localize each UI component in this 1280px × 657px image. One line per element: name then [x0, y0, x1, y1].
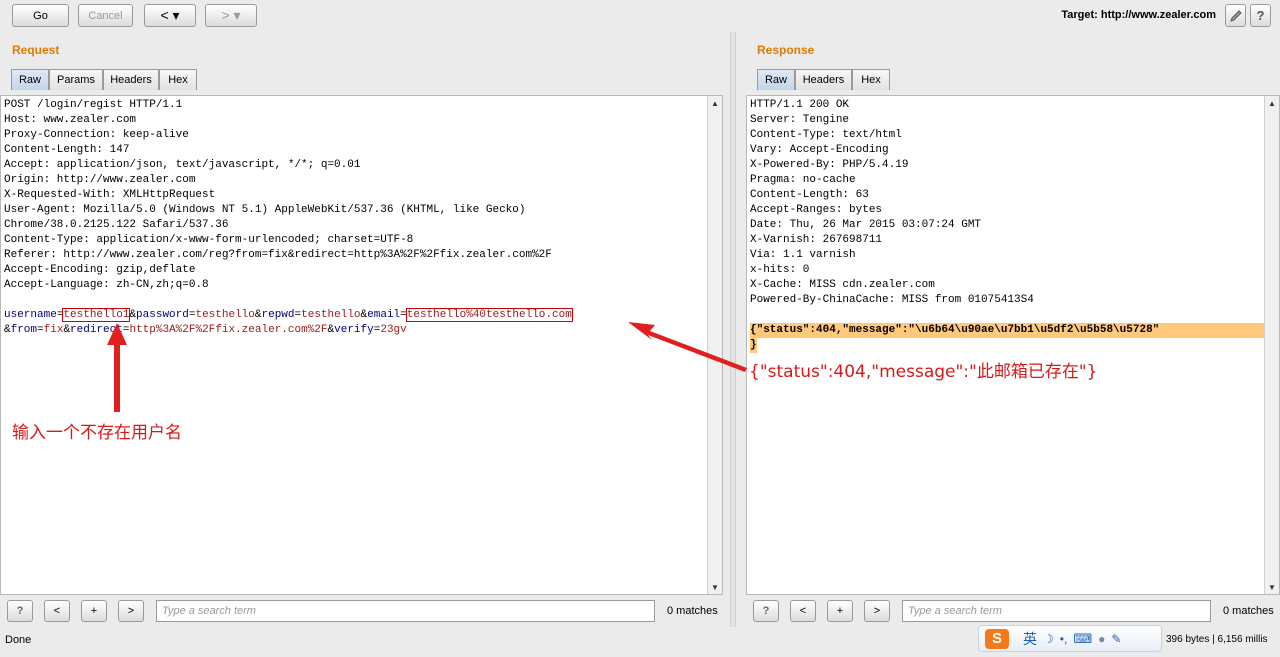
user-icon[interactable]: ● [1098, 632, 1105, 646]
ime-toolbar[interactable]: S 英 ☽ •, ⌨ ● ✎ [978, 625, 1162, 652]
moon-icon[interactable]: ☽ [1043, 632, 1054, 646]
status-text: Done [5, 634, 32, 646]
keyboard-icon[interactable]: ⌨ [1073, 631, 1092, 647]
right-annotation-note: {"status":404,"message":"此邮箱已存在"} [749, 362, 1098, 382]
arrow-left-icon [628, 322, 747, 372]
ime-lang-toggle[interactable]: 英 [1023, 629, 1037, 649]
wrench-icon[interactable]: ✎ [1111, 632, 1121, 646]
arrow-up-icon [107, 323, 127, 412]
punctuation-icon[interactable]: •, [1060, 632, 1068, 646]
left-annotation-note: 输入一个不存在用户名 [12, 423, 182, 443]
response-info-text: 396 bytes | 6,156 millis [1166, 634, 1268, 645]
annotation-arrows [107, 322, 747, 412]
sogou-logo-icon: S [985, 628, 1009, 649]
